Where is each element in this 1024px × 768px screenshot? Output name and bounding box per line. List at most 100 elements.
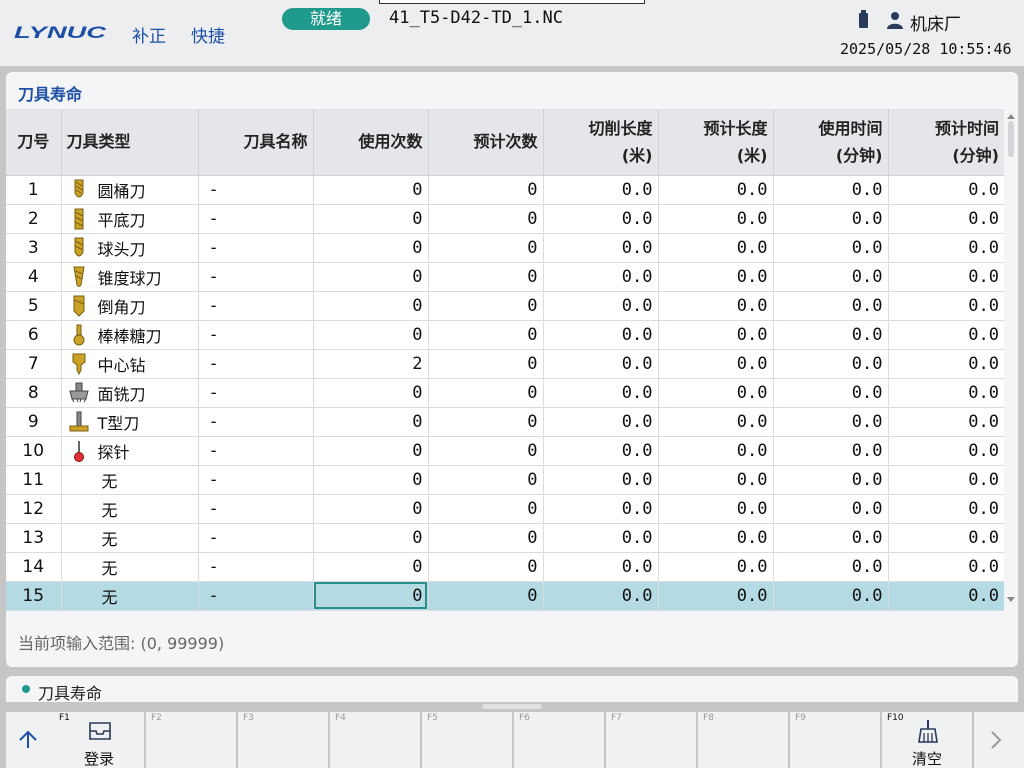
cell-cut-length[interactable]: 0.0 <box>542 262 658 292</box>
cell-use-count[interactable]: 0 <box>312 175 428 205</box>
cell-plan-time[interactable]: 0.0 <box>887 581 1004 611</box>
cell-tool-name[interactable]: - <box>197 233 313 263</box>
cell-plan-count[interactable]: 0 <box>427 175 543 205</box>
cell-plan-count[interactable]: 0 <box>427 465 543 495</box>
drag-handle[interactable] <box>482 704 542 709</box>
table-row[interactable]: 3 球头刀 -0 0 0.0 0.0 0.0 0.0 <box>6 233 1004 263</box>
cell-tool-name[interactable]: - <box>197 320 313 350</box>
cell-plan-count[interactable]: 0 <box>427 523 543 553</box>
cell-use-time[interactable]: 0.0 <box>772 494 888 524</box>
cell-plan-time[interactable]: 0.0 <box>887 233 1004 263</box>
cell-tool-name[interactable]: - <box>197 204 313 234</box>
cell-use-count[interactable]: 0 <box>312 581 428 611</box>
cell-plan-time[interactable]: 0.0 <box>887 204 1004 234</box>
header-cut-length[interactable]: 切削长度 (米) <box>542 109 658 176</box>
cell-plan-length[interactable]: 0.0 <box>657 262 773 292</box>
softkey-up-button[interactable] <box>6 712 56 768</box>
cell-tool-type[interactable]: 无 <box>60 465 198 495</box>
header-tool-name[interactable]: 刀具名称 <box>197 109 313 176</box>
menu-shortcut[interactable]: 快捷 <box>191 22 225 47</box>
cell-cut-length[interactable]: 0.0 <box>542 552 658 582</box>
cell-plan-length[interactable]: 0.0 <box>657 204 773 234</box>
cell-use-time[interactable]: 0.0 <box>772 204 888 234</box>
cell-use-time[interactable]: 0.0 <box>772 465 888 495</box>
softkey-f2[interactable]: F2 <box>146 712 236 768</box>
table-row[interactable]: 4 锥度球刀 -0 0 0.0 0.0 0.0 0.0 <box>6 262 1004 292</box>
cell-use-count[interactable]: 0 <box>312 552 428 582</box>
cell-use-time[interactable]: 0.0 <box>772 407 888 437</box>
cell-plan-length[interactable]: 0.0 <box>657 436 773 466</box>
cell-plan-count[interactable]: 0 <box>427 320 543 350</box>
cell-plan-length[interactable]: 0.0 <box>657 378 773 408</box>
cell-tool-type[interactable]: 无 <box>60 552 198 582</box>
table-row[interactable]: 2 平底刀 -0 0 0.0 0.0 0.0 0.0 <box>6 204 1004 234</box>
softkey-f1[interactable]: F1 登录 <box>54 712 144 768</box>
cell-tool-type[interactable]: 中心钻 <box>60 349 198 379</box>
cell-tool-type[interactable]: 锥度球刀 <box>60 262 198 292</box>
cell-use-time[interactable]: 0.0 <box>772 523 888 553</box>
cell-use-time[interactable]: 0.0 <box>772 233 888 263</box>
cell-plan-count[interactable]: 0 <box>427 291 543 321</box>
cell-cut-length[interactable]: 0.0 <box>542 407 658 437</box>
cell-plan-time[interactable]: 0.0 <box>887 320 1004 350</box>
header-tool-no[interactable]: 刀号 <box>6 109 61 176</box>
softkey-f4[interactable]: F4 <box>330 712 420 768</box>
menu-offset[interactable]: 补正 <box>132 22 166 47</box>
user-name[interactable]: 机床厂 <box>910 10 961 35</box>
cell-use-count[interactable]: 0 <box>312 320 428 350</box>
cell-tool-type[interactable]: 无 <box>60 523 198 553</box>
cell-cut-length[interactable]: 0.0 <box>542 233 658 263</box>
header-plan-count[interactable]: 预计次数 <box>427 109 543 176</box>
cell-cut-length[interactable]: 0.0 <box>542 523 658 553</box>
cell-plan-time[interactable]: 0.0 <box>887 291 1004 321</box>
cell-plan-time[interactable]: 0.0 <box>887 407 1004 437</box>
cell-use-time[interactable]: 0.0 <box>772 175 888 205</box>
table-row[interactable]: 7 中心钻 -2 0 0.0 0.0 0.0 0.0 <box>6 349 1004 379</box>
cell-tool-name[interactable]: - <box>197 291 313 321</box>
cell-cut-length[interactable]: 0.0 <box>542 320 658 350</box>
cell-plan-count[interactable]: 0 <box>427 378 543 408</box>
cell-plan-time[interactable]: 0.0 <box>887 349 1004 379</box>
table-row[interactable]: 10 探针 -0 0 0.0 0.0 0.0 0.0 <box>6 436 1004 466</box>
cell-tool-type[interactable]: 无 <box>60 494 198 524</box>
cell-use-time[interactable]: 0.0 <box>772 262 888 292</box>
cell-cut-length[interactable]: 0.0 <box>542 349 658 379</box>
cell-use-time[interactable]: 0.0 <box>772 378 888 408</box>
cell-use-count[interactable]: 0 <box>312 233 428 263</box>
cell-use-count[interactable]: 0 <box>312 436 428 466</box>
cell-tool-name[interactable]: - <box>197 175 313 205</box>
cell-tool-name[interactable]: - <box>197 262 313 292</box>
cell-use-count[interactable]: 0 <box>312 262 428 292</box>
cell-plan-time[interactable]: 0.0 <box>887 552 1004 582</box>
cell-tool-type[interactable]: 探针 <box>60 436 198 466</box>
cell-plan-length[interactable]: 0.0 <box>657 320 773 350</box>
cell-plan-count[interactable]: 0 <box>427 233 543 263</box>
header-plan-time[interactable]: 预计时间 (分钟) <box>887 109 1004 176</box>
cell-use-time[interactable]: 0.0 <box>772 436 888 466</box>
softkey-f7[interactable]: F7 <box>606 712 696 768</box>
cell-tool-name[interactable]: - <box>197 349 313 379</box>
table-scrollbar[interactable] <box>1004 109 1018 609</box>
cell-use-count[interactable]: 0 <box>312 523 428 553</box>
cell-tool-name[interactable]: - <box>197 523 313 553</box>
cell-plan-count[interactable]: 0 <box>427 349 543 379</box>
table-row[interactable]: 9 T型刀 -0 0 0.0 0.0 0.0 0.0 <box>6 407 1004 437</box>
cell-use-time[interactable]: 0.0 <box>772 291 888 321</box>
cell-plan-time[interactable]: 0.0 <box>887 494 1004 524</box>
scroll-thumb[interactable] <box>1008 121 1014 157</box>
softkey-f10[interactable]: F10 清空 <box>882 712 972 768</box>
cell-tool-name[interactable]: - <box>197 552 313 582</box>
softkey-f8[interactable]: F8 <box>698 712 788 768</box>
table-row[interactable]: 6 棒棒糖刀 -0 0 0.0 0.0 0.0 0.0 <box>6 320 1004 350</box>
cell-plan-time[interactable]: 0.0 <box>887 523 1004 553</box>
cell-plan-length[interactable]: 0.0 <box>657 552 773 582</box>
cell-plan-length[interactable]: 0.0 <box>657 291 773 321</box>
cell-use-count[interactable]: 0 <box>312 204 428 234</box>
cell-plan-count[interactable]: 0 <box>427 262 543 292</box>
cell-plan-time[interactable]: 0.0 <box>887 378 1004 408</box>
cell-plan-count[interactable]: 0 <box>427 494 543 524</box>
softkey-next-button[interactable] <box>974 712 1024 768</box>
cell-use-count[interactable]: 0 <box>312 494 428 524</box>
cell-plan-count[interactable]: 0 <box>427 204 543 234</box>
cell-cut-length[interactable]: 0.0 <box>542 204 658 234</box>
